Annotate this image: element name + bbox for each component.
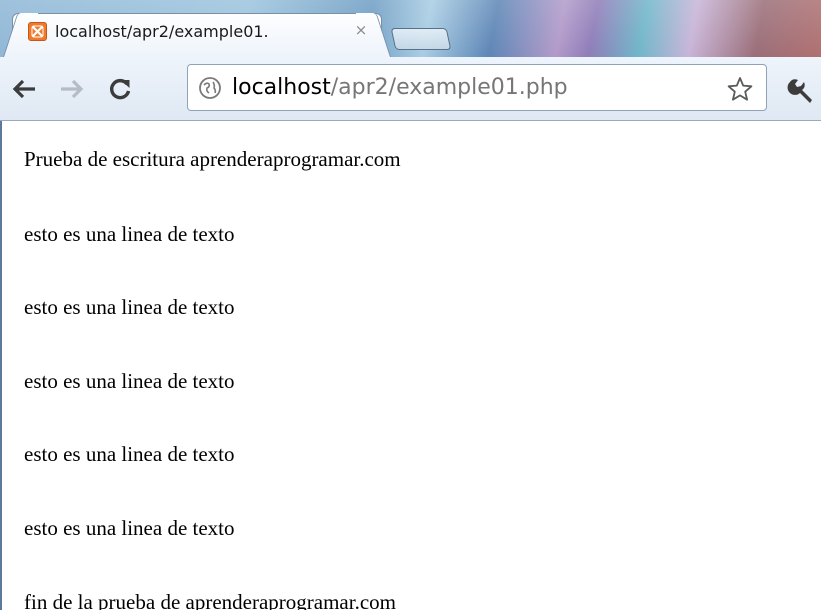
browser-toolbar: localhost/apr2/example01.php [0,57,821,121]
page-heading-line: Prueba de escritura aprenderaprogramar.c… [24,147,401,171]
browser-window: localhost/apr2/example01. × localhost/ap… [0,0,821,610]
forward-button[interactable] [56,73,88,105]
star-icon[interactable] [726,75,754,103]
xampp-icon [28,22,47,41]
back-button[interactable] [8,73,40,105]
url-host: localhost [232,75,331,100]
globe-icon [199,77,221,99]
page-footer-line: fin de la prueba de aprenderaprogramar.c… [24,590,396,610]
tab-close-icon[interactable]: × [352,21,370,39]
reload-icon [110,78,131,100]
page-content: Prueba de escritura aprenderaprogramar.c… [0,121,821,610]
reload-button[interactable] [104,73,136,105]
forward-arrow-icon [61,79,84,99]
text-line: esto es una linea de texto [24,222,235,246]
back-arrow-icon [12,79,35,99]
new-tab-button[interactable] [390,28,452,50]
text-line: esto es una linea de texto [24,516,235,540]
address-bar[interactable]: localhost/apr2/example01.php [187,64,767,111]
wrench-icon[interactable] [783,73,817,107]
tab-title: localhost/apr2/example01. [55,22,269,41]
text-line: esto es una linea de texto [24,295,235,319]
text-line: esto es una linea de texto [24,442,235,466]
tab-strip: localhost/apr2/example01. × [0,0,821,57]
url-text[interactable]: localhost/apr2/example01.php [232,73,568,103]
text-line: esto es una linea de texto [24,369,235,393]
url-path: /apr2/example01.php [330,75,568,100]
